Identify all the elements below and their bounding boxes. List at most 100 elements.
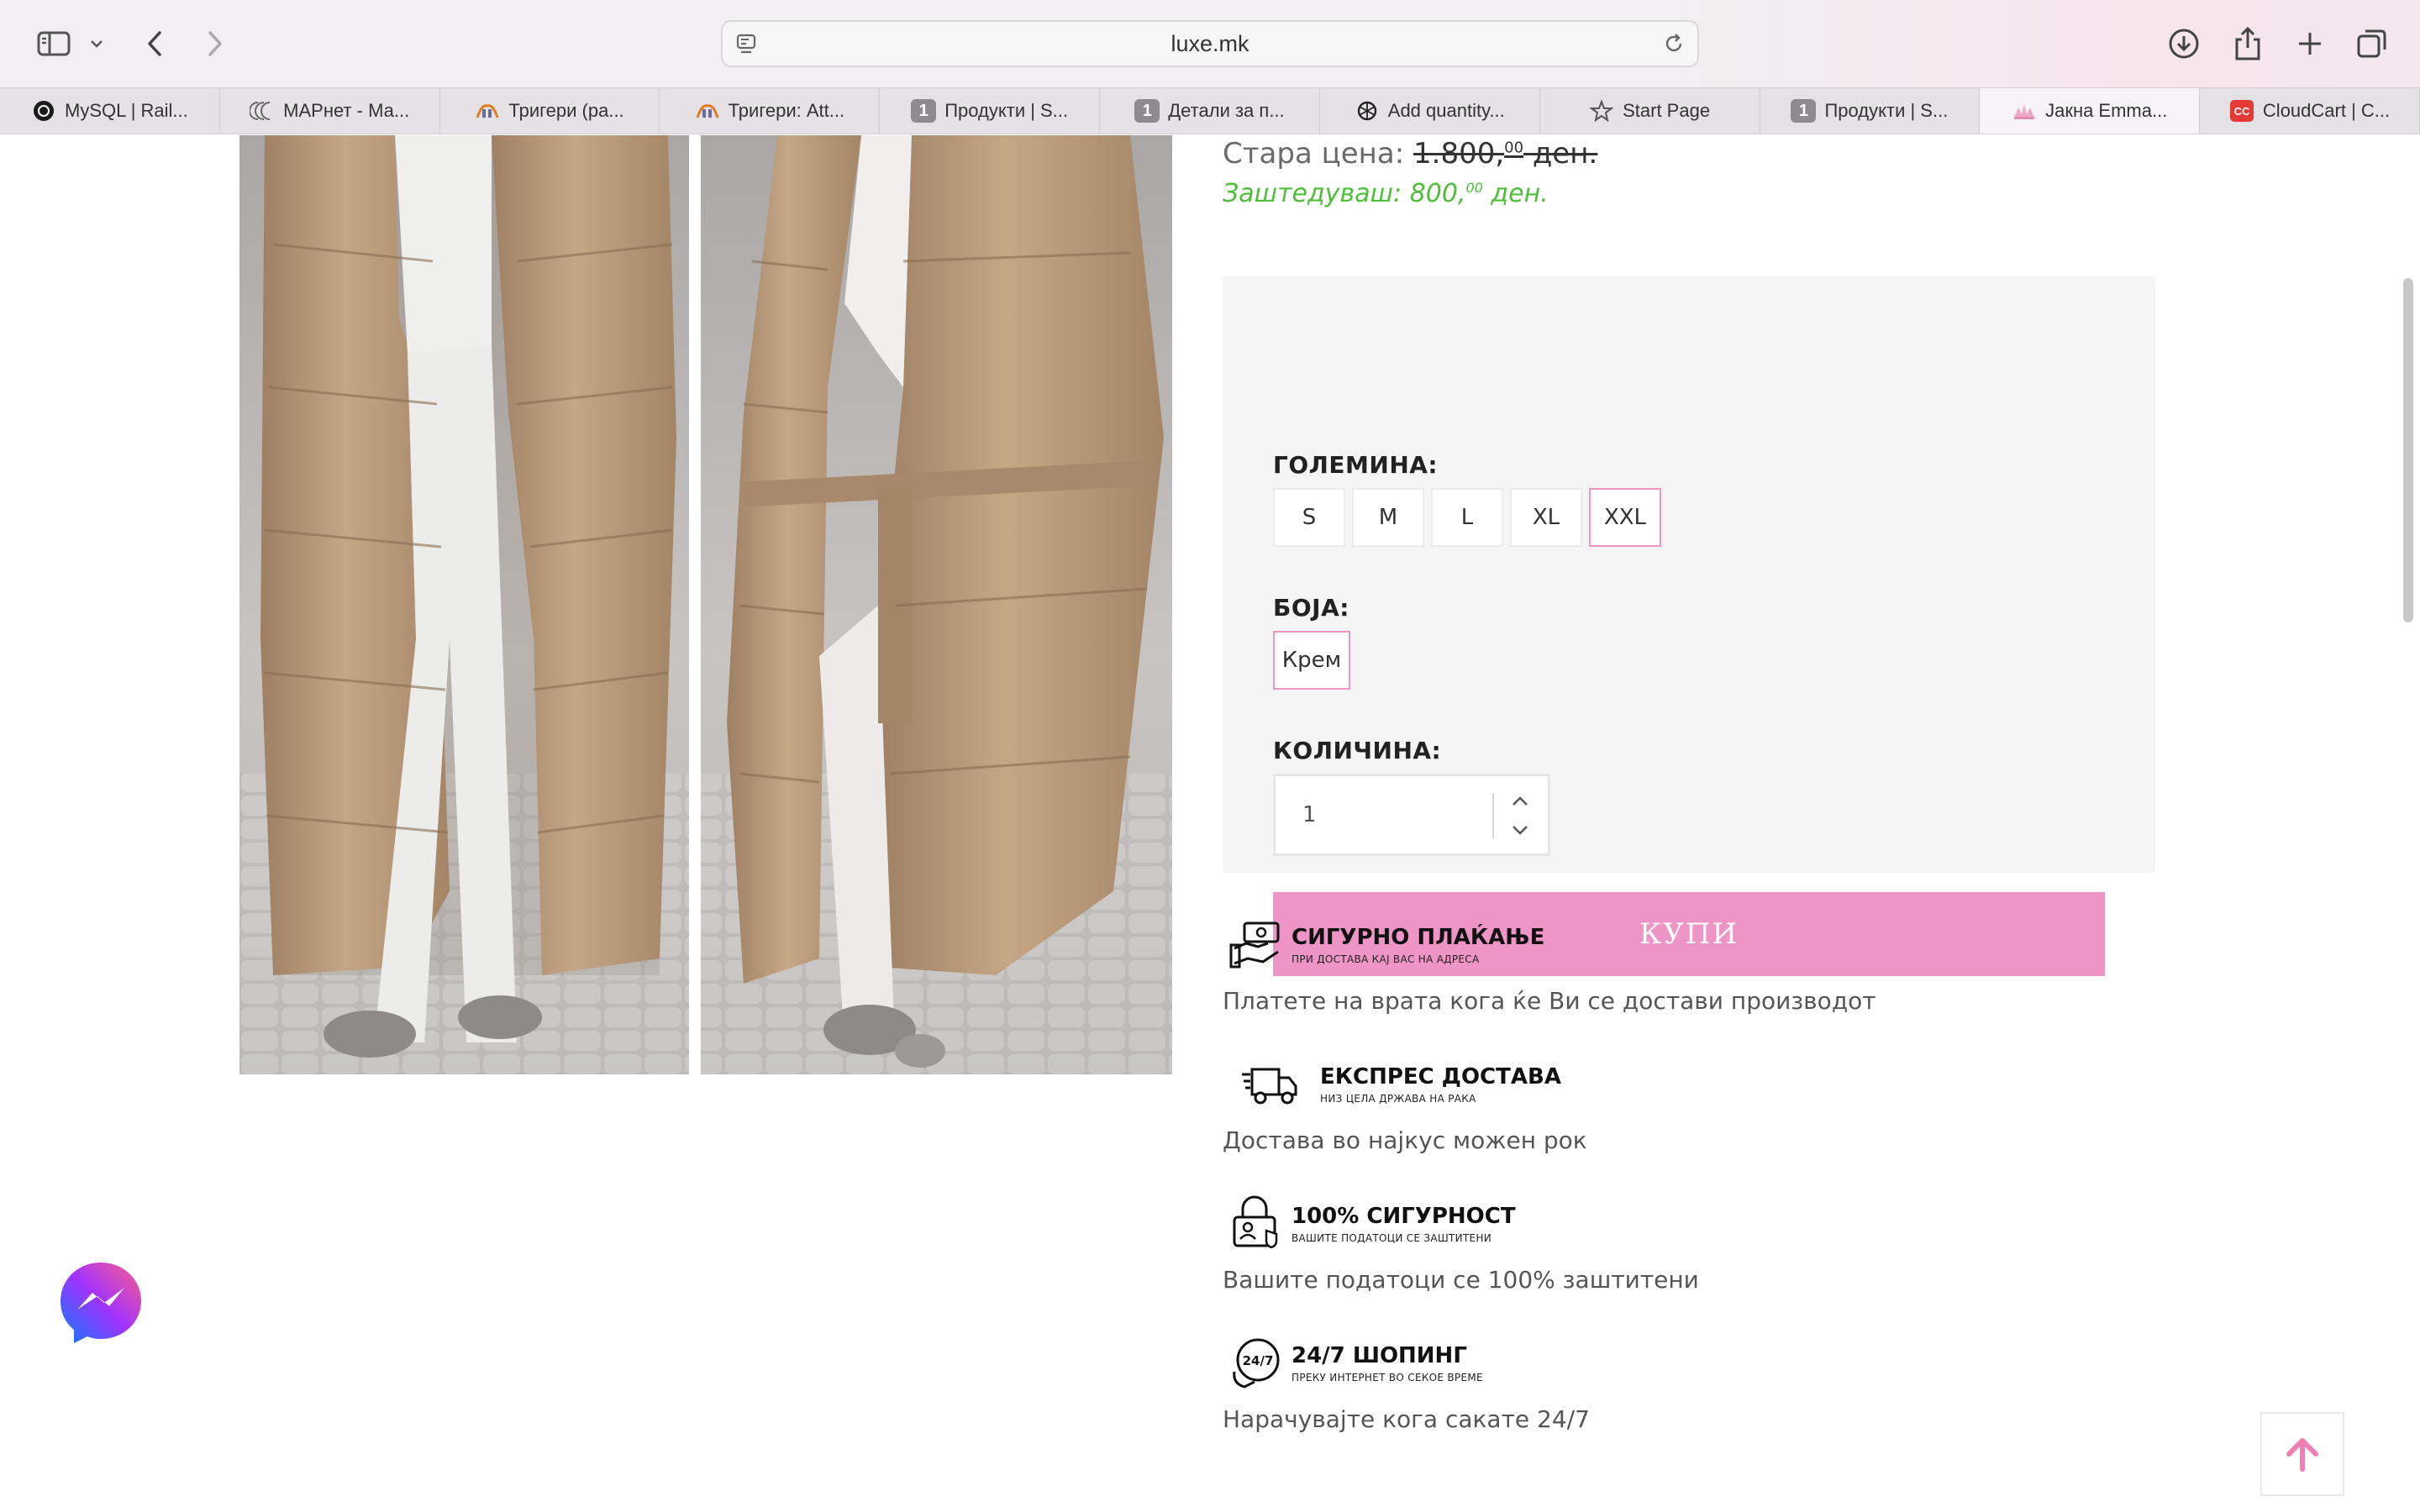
- svg-text:CC: CC: [2234, 105, 2250, 118]
- tab-jacket-emma[interactable]: Јакна Emma...: [1980, 88, 2201, 134]
- tab-products-1[interactable]: 1 Продукти | S...: [880, 88, 1101, 134]
- tab-products-2[interactable]: 1 Продукти | S...: [1760, 88, 1981, 134]
- old-price-currency: ден.: [1523, 137, 1598, 171]
- feature-description: Вашите податоци се 100% заштитени: [1223, 1266, 1699, 1294]
- feature-title: ЕКСПРЕС ДОСТАВА: [1320, 1064, 1561, 1089]
- browser-toolbar: luxe.mk: [0, 0, 2420, 87]
- tab-label: Јакна Emma...: [2045, 100, 2168, 121]
- scroll-to-top-button[interactable]: [2260, 1412, 2344, 1496]
- page-scrollbar[interactable]: [2403, 278, 2413, 622]
- feature-title: СИГУРНО ПЛАЌАЊЕ: [1292, 925, 1545, 950]
- saving-label: Заштедуваш:: [1223, 179, 1402, 208]
- size-option-l[interactable]: L: [1431, 488, 1503, 547]
- tab-label: Детали за п...: [1168, 100, 1285, 121]
- tab-label: Start Page: [1623, 100, 1711, 121]
- messenger-chat-button[interactable]: [57, 1259, 145, 1347]
- tab-label: Продукти | S...: [1824, 100, 1949, 121]
- sidebar-toggle-button[interactable]: [30, 18, 77, 69]
- tab-label: CloudCart | C...: [2262, 100, 2391, 121]
- tab-triggers-2[interactable]: Тригери: Att...: [660, 88, 881, 134]
- star-icon: [1589, 98, 1614, 123]
- cash-payment-icon: [1229, 921, 1280, 969]
- mysql-icon: [31, 98, 56, 123]
- old-price-value: 1.800,: [1413, 137, 1505, 171]
- new-tab-button[interactable]: [2289, 18, 2331, 69]
- tab-triggers-1[interactable]: Тригери (ра...: [440, 88, 660, 134]
- reload-icon[interactable]: [1662, 32, 1686, 55]
- feature-subtitle: НИЗ ЦЕЛА ДРЖАВА НА РАКА: [1320, 1093, 1476, 1105]
- quantity-stepper[interactable]: 1: [1273, 774, 1550, 856]
- color-label: БОЈА:: [1273, 594, 1349, 622]
- feature-description: Достава во најкус можен рок: [1223, 1126, 1587, 1154]
- lock-security-icon: [1233, 1195, 1278, 1249]
- delivery-truck-icon: [1242, 1068, 1297, 1105]
- share-button[interactable]: [2227, 18, 2269, 69]
- old-price-amount: 1.800,00 ден.: [1413, 137, 1597, 171]
- chevron-left-icon: [148, 31, 161, 56]
- forward-button[interactable]: [200, 18, 230, 69]
- badge-1-icon: 1: [911, 99, 937, 123]
- chevron-down-icon: [91, 40, 103, 48]
- download-icon: [2169, 29, 2199, 59]
- tab-overview-button[interactable]: [2351, 18, 2393, 69]
- svg-text:24/7: 24/7: [1243, 1353, 1274, 1368]
- old-price: Стара цена: 1.800,00 ден.: [1223, 137, 1597, 171]
- quantity-input[interactable]: 1: [1302, 776, 1317, 853]
- tab-marnet[interactable]: МАРнет - Ма...: [220, 88, 440, 134]
- plus-icon: [2299, 33, 2321, 55]
- saving-currency: ден.: [1482, 179, 1549, 208]
- phpmyadmin-icon: [475, 98, 500, 123]
- product-image[interactable]: [239, 135, 1172, 1074]
- tab-bar: MySQL | Rail... МАРнет - Ма... Тригери (…: [0, 87, 2420, 134]
- product-page: Стара цена: 1.800,00 ден. Заштедуваш: 80…: [0, 135, 2420, 1512]
- chevron-up-icon[interactable]: [1507, 791, 1533, 811]
- tab-overview-icon: [2357, 29, 2386, 58]
- saving-cents: 00: [1465, 180, 1483, 196]
- sidebar-icon: [37, 31, 71, 56]
- saving-value: 800,: [1409, 179, 1466, 208]
- cloudcart-icon: CC: [2229, 98, 2254, 123]
- tab-label: Тригери: Att...: [728, 100, 845, 121]
- quantity-label: КОЛИЧИНА:: [1273, 737, 1442, 764]
- chevron-down-icon[interactable]: [1507, 820, 1533, 840]
- badge-1-icon: 1: [1791, 99, 1817, 123]
- tab-start-page[interactable]: Start Page: [1540, 88, 1760, 134]
- color-option-cream[interactable]: Крем: [1273, 631, 1350, 690]
- color-selector: Крем: [1273, 631, 1350, 690]
- product-options: ГОЛЕМИНА: S M L XL XXL БОЈА: Крем КОЛИЧИ…: [1223, 276, 2155, 976]
- phpmyadmin-icon: [695, 98, 720, 123]
- tab-cloudcart[interactable]: CC CloudCart | C...: [2200, 88, 2420, 134]
- badge-1-icon: 1: [1134, 99, 1160, 123]
- feature-description: Нарачувајте кога сакате 24/7: [1223, 1405, 1590, 1433]
- tab-label: МАРнет - Ма...: [283, 100, 410, 121]
- size-option-xl[interactable]: XL: [1510, 488, 1582, 547]
- feature-subtitle: ПРЕКУ ИНТЕРНЕТ ВО СЕКОЕ ВРЕМЕ: [1292, 1372, 1483, 1383]
- chevron-right-icon: [208, 31, 222, 56]
- address-bar[interactable]: luxe.mk: [721, 20, 1699, 67]
- feature-title: 100% СИГУРНОСТ: [1292, 1204, 1516, 1229]
- back-button[interactable]: [139, 18, 170, 69]
- tab-add-quantity[interactable]: Add quantity...: [1320, 88, 1540, 134]
- saving-amount: Заштедуваш: 800,00 ден.: [1223, 179, 1549, 208]
- tab-label: Тригери (ра...: [508, 100, 624, 121]
- size-option-s[interactable]: S: [1273, 488, 1345, 547]
- openai-icon: [1355, 98, 1380, 123]
- size-option-m[interactable]: M: [1352, 488, 1424, 547]
- tab-details[interactable]: 1 Детали за п...: [1100, 88, 1320, 134]
- tab-label: Продукти | S...: [944, 100, 1069, 121]
- feature-subtitle: ПРИ ДОСТАВА КАЈ ВАС НА АДРЕСА: [1292, 953, 1480, 965]
- share-icon: [2235, 26, 2260, 60]
- downloads-button[interactable]: [2163, 18, 2205, 69]
- tab-label: Add quantity...: [1387, 100, 1505, 121]
- tab-mysql[interactable]: MySQL | Rail...: [0, 88, 220, 134]
- size-label: ГОЛЕМИНА:: [1273, 451, 1439, 479]
- url-text[interactable]: luxe.mk: [723, 22, 1697, 66]
- tab-group-menu-button[interactable]: [86, 18, 108, 69]
- size-selector: S M L XL XXL: [1273, 488, 1661, 547]
- arrow-up-icon: [2286, 1438, 2318, 1472]
- size-option-xxl[interactable]: XXL: [1589, 488, 1661, 547]
- messenger-icon: [60, 1263, 141, 1343]
- tab-label: MySQL | Rail...: [65, 100, 188, 121]
- 24-7-icon: 24/7: [1233, 1338, 1280, 1389]
- quantity-divider: [1492, 793, 1494, 838]
